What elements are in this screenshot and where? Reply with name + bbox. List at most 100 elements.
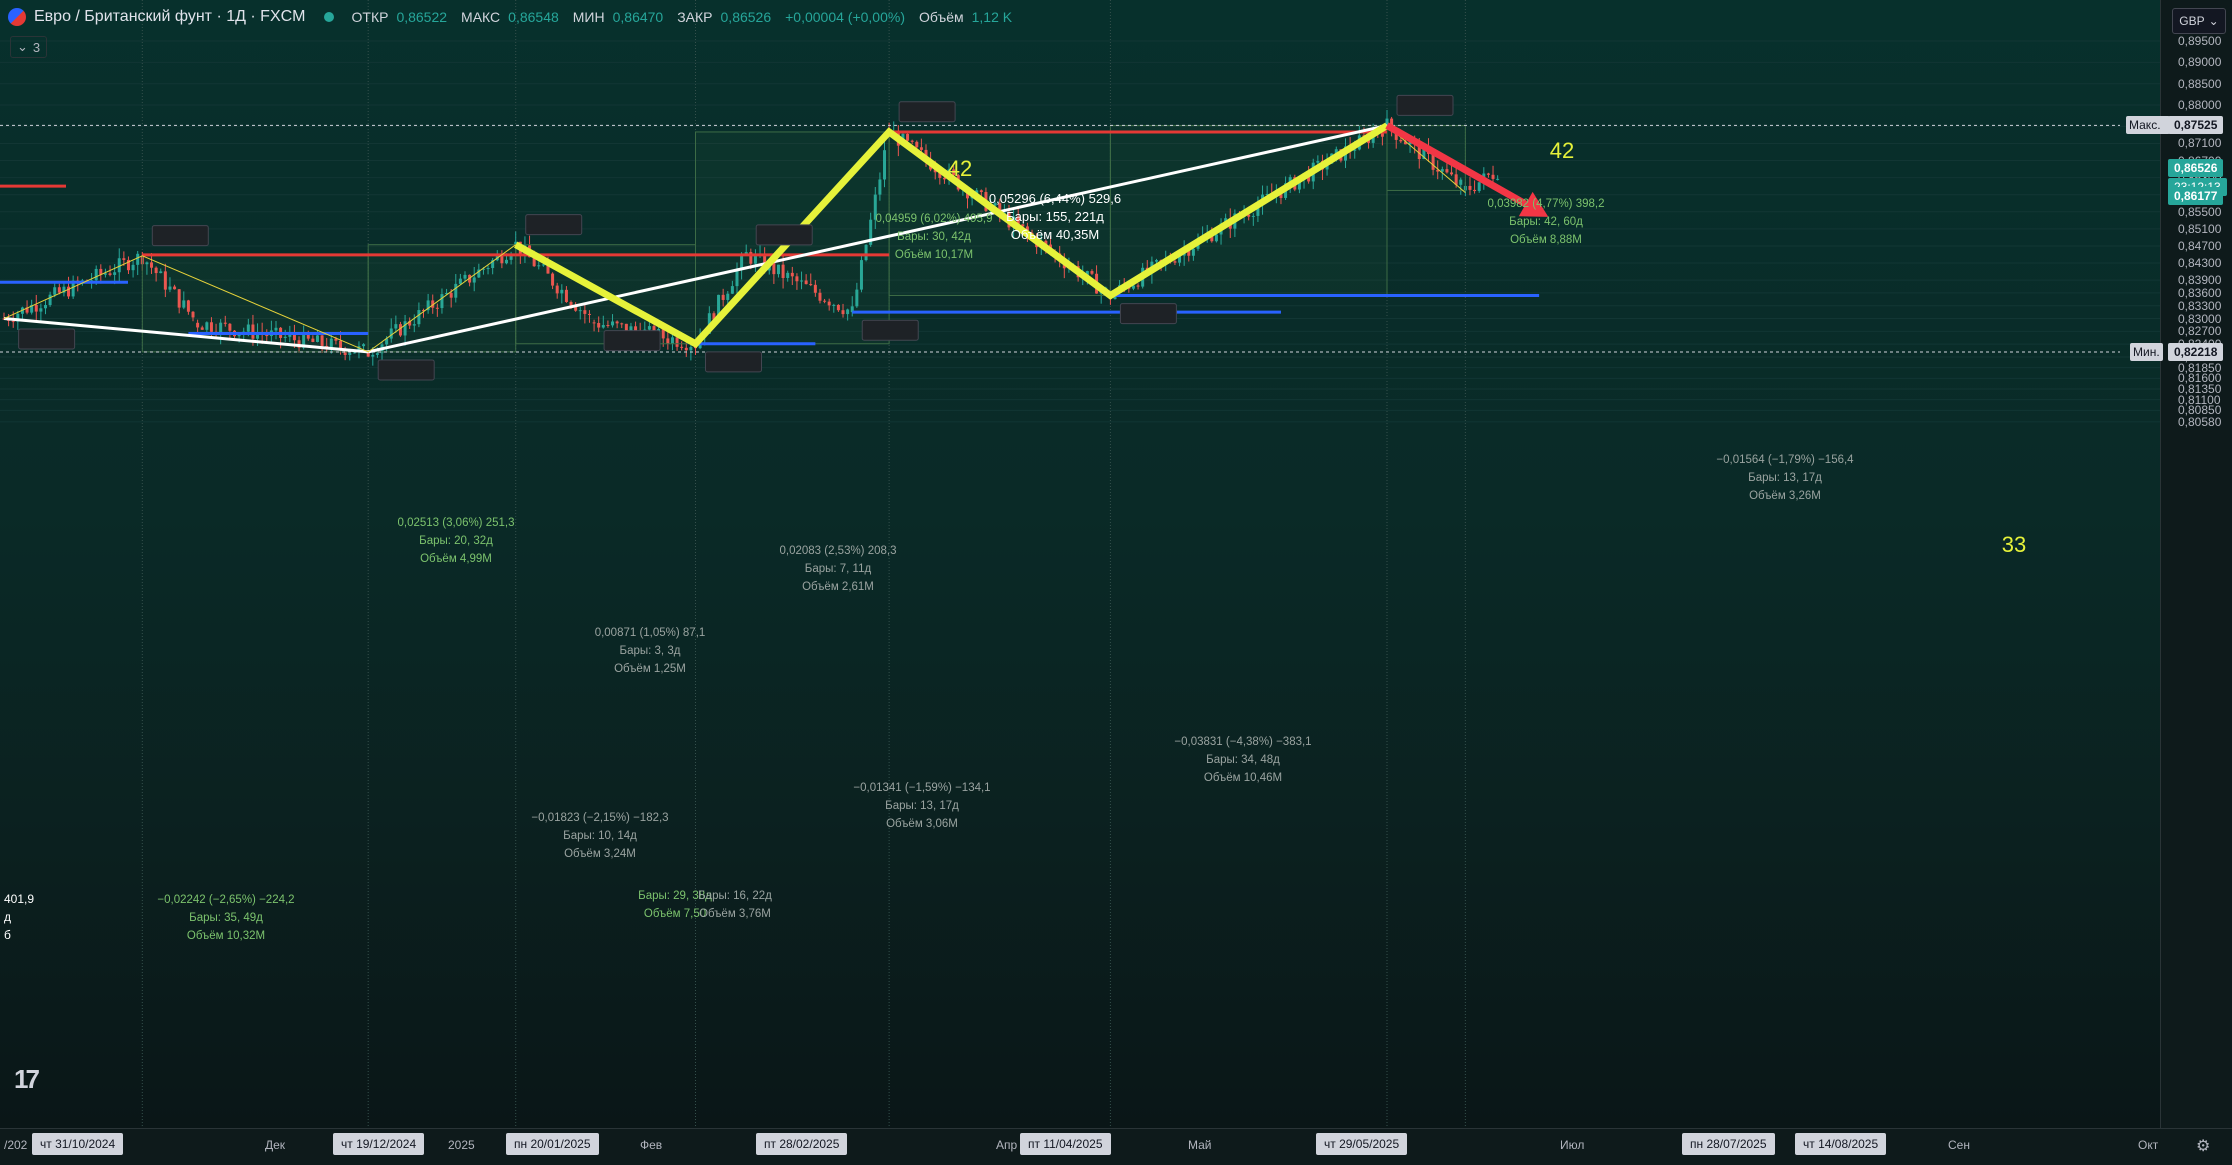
- price-tick-label: 0,85500: [2178, 204, 2222, 219]
- measurement-text: Бары: 155, 221д: [1006, 209, 1104, 224]
- time-axis-label: 2025: [448, 1138, 475, 1152]
- time-axis-date-tag: чт 29/05/2025: [1316, 1133, 1408, 1155]
- candle-body: [131, 264, 135, 271]
- measurement-text: Объём 3,26M: [1749, 490, 1821, 502]
- min-label: Мин.: [2133, 344, 2160, 359]
- measurement-text: Объём 8,88M: [1510, 234, 1582, 246]
- partial-measurement-text: 401,9: [4, 892, 34, 906]
- pivot-label-box: [377, 359, 435, 381]
- partial-measurement-text: б: [4, 928, 11, 942]
- measurement-text: Объём 40,35M: [1011, 227, 1099, 242]
- indicator-toggle[interactable]: ⌄ 3: [10, 36, 48, 58]
- currency-selector[interactable]: GBP ⌄: [2172, 8, 2226, 34]
- candle-body: [684, 347, 688, 351]
- measurement-text: −0,02242 (−2,65%) −224,2: [157, 894, 294, 906]
- measurement-text: Бары: 16, 22д: [698, 890, 772, 902]
- price-tick-label: 0,80580: [2178, 414, 2222, 429]
- measurement-text: −0,01823 (−2,15%) −182,3: [531, 812, 668, 824]
- low-label: МИН: [572, 9, 605, 25]
- price-tick-label: 0,89500: [2178, 34, 2222, 48]
- pivot-label-box: [151, 225, 209, 247]
- price-tick-label: 0,84700: [2178, 238, 2222, 253]
- price-tick-label: 0,89000: [2178, 55, 2222, 70]
- candle-body: [53, 287, 57, 295]
- measurement-text: Объём 2,61M: [802, 581, 874, 593]
- pivot-label-box: [603, 330, 661, 352]
- price-tick-label: 0,87100: [2178, 136, 2222, 151]
- pivot-label-box: [861, 319, 919, 341]
- chart-canvas[interactable]: 42 42 33 −0,02242 (−2,65%) −224,2 Бары: 35, …: [0, 0, 2160, 1128]
- measurement-text: Объём 10,32M: [187, 930, 265, 942]
- eurgbp-flag-icon: [8, 8, 26, 26]
- time-axis-date-tag: пн 20/01/2025: [506, 1133, 599, 1155]
- candle-body: [352, 352, 356, 354]
- candle-body: [108, 273, 112, 275]
- measurement-text: 0,02083 (2,53%) 208,3: [779, 545, 896, 557]
- time-axis-label: Окт: [2138, 1138, 2159, 1152]
- max-price-tag: Макс.: [2126, 116, 2170, 135]
- partial-measurement-text: д: [4, 910, 11, 924]
- measurement-text: Объём 4,99M: [420, 553, 492, 565]
- time-axis-date-tag: чт 19/12/2024: [333, 1133, 425, 1155]
- time-axis-label: Июл: [1560, 1138, 1585, 1152]
- measurement-text: −0,01341 (−1,59%) −134,1: [853, 782, 990, 794]
- volume-label: Объём: [919, 9, 964, 25]
- pivot-label-box: [1396, 94, 1454, 116]
- candle-body: [57, 287, 61, 293]
- last-price-tag: 0,86526: [2168, 158, 2224, 177]
- market-status-icon: [323, 12, 334, 22]
- measurement-text: Бары: 34, 48д: [1206, 754, 1280, 766]
- candle-body: [113, 272, 117, 275]
- candle-body: [1468, 185, 1472, 190]
- measurement-text: Бары: 10, 14д: [563, 830, 637, 842]
- measurement-text: Бары: 7, 11д: [805, 563, 872, 575]
- measurement-text: 0,03982 (4,77%) 398,2: [1487, 198, 1604, 210]
- candle-body: [94, 268, 98, 281]
- time-axis-label: Май: [1188, 1138, 1212, 1152]
- price-tick-label: 0,88500: [2178, 76, 2222, 91]
- time-axis-date-tag: чт 31/10/2024: [32, 1133, 124, 1155]
- symbol-title[interactable]: Евро / Британский фунт · 1Д · FXCM: [34, 8, 306, 26]
- candle-body: [48, 294, 52, 306]
- max-price-value: 0,87525: [2168, 116, 2224, 135]
- wave-count-label: 33: [2002, 532, 2026, 557]
- candle-body: [689, 347, 693, 351]
- pivot-label-box: [898, 101, 956, 123]
- chart-plot-area[interactable]: 42 42 33 −0,02242 (−2,65%) −224,2 Бары: 35, …: [0, 0, 2160, 1128]
- candle-body: [103, 273, 107, 275]
- high-value: 0,86548: [508, 9, 559, 25]
- measurement-text: 0,04959 (6,02%) 495,9: [875, 213, 992, 225]
- indicator-count: 3: [32, 39, 41, 55]
- candle-body: [122, 258, 126, 260]
- candle-body: [1491, 174, 1495, 179]
- candle-body: [34, 304, 38, 312]
- measurement-text: Объём 3,06M: [886, 818, 958, 830]
- wave-count-label: 42: [1550, 138, 1574, 163]
- close-value: 0,86526: [720, 9, 772, 25]
- measurement-text: −0,01564 (−1,79%) −156,4: [1716, 454, 1854, 466]
- measurement-text: 0,02513 (3,06%) 251,3: [397, 517, 514, 529]
- measurement-text: Объём 3,76M: [699, 908, 771, 920]
- measurement-text: Бары: 13, 17д: [1748, 472, 1822, 484]
- close-label: ЗАКР: [677, 9, 713, 25]
- measurement-text: 0,00871 (1,05%) 87,1: [595, 627, 706, 639]
- candle-body: [39, 308, 43, 312]
- volume-value: 1,12 K: [971, 9, 1013, 25]
- open-value: 0,86522: [396, 9, 448, 25]
- measurement-text: Бары: 13, 17д: [885, 800, 959, 812]
- tradingview-logo[interactable]: 17: [14, 1064, 40, 1095]
- candle-body: [1477, 182, 1481, 192]
- min-price-value: 0,82218: [2168, 342, 2224, 361]
- measurement-text: Бары: 30, 42д: [897, 231, 971, 243]
- measurement-text: Объём 1,25M: [614, 663, 686, 675]
- measurement-text: Объём 7,50: [644, 908, 706, 920]
- candle-body: [67, 286, 71, 297]
- gear-icon[interactable]: ⚙: [2196, 1136, 2210, 1156]
- candle-body: [348, 352, 352, 356]
- low-value: 0,86470: [612, 9, 664, 25]
- measurement-text: Бары: 35, 49д: [189, 912, 263, 924]
- time-axis-date-tag: пт 28/02/2025: [756, 1133, 848, 1155]
- candle-body: [371, 354, 375, 357]
- time-axis-date-tag: пт 11/04/2025: [1020, 1133, 1111, 1155]
- measurement-text: Бары: 20, 32д: [419, 535, 493, 547]
